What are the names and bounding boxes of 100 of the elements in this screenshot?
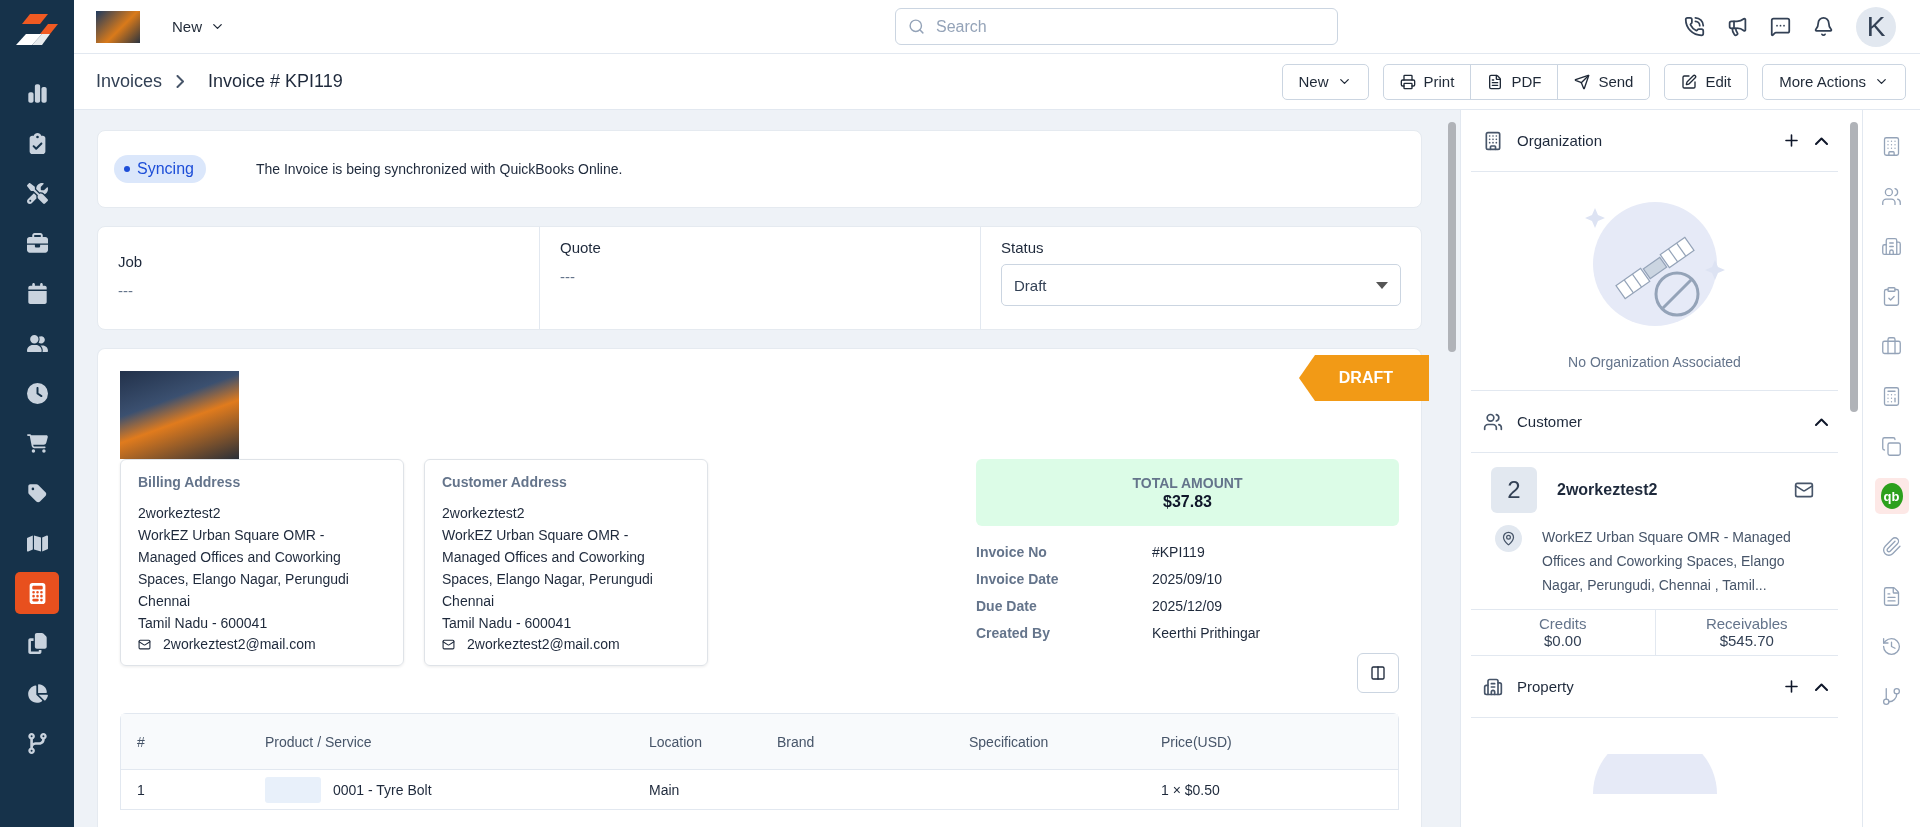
history-icon: [1881, 635, 1902, 657]
photo-placeholder: [96, 10, 140, 43]
chevron-up-icon: [1815, 417, 1828, 426]
buildings-icon: [1881, 235, 1902, 257]
dropdown-button[interactable]: New: [1281, 63, 1369, 100]
columns-button[interactable]: [1357, 653, 1399, 693]
action-button[interactable]: PDF: [1470, 63, 1559, 100]
field-value: ---: [118, 282, 134, 299]
email-text: 2workeztest2@mail.com: [467, 635, 620, 654]
table-cell-text: 1: [137, 781, 146, 798]
mail-icon[interactable]: [1794, 480, 1814, 500]
column-header: Product / Service: [265, 733, 373, 750]
breadcrumb-link[interactable]: Invoices: [96, 71, 163, 92]
tools-icon: [26, 182, 48, 204]
user-avatar[interactable]: K: [1856, 6, 1896, 47]
new-menu[interactable]: New: [166, 17, 231, 36]
paperclip-icon: [1881, 535, 1902, 557]
document-icon: [1487, 73, 1504, 90]
breadcrumb-link[interactable]: Invoice # KPI119: [208, 71, 343, 92]
syncing-badge: Syncing: [114, 155, 206, 183]
chevron-right-icon: [176, 75, 185, 88]
search-field[interactable]: Search: [895, 8, 1338, 45]
column-header: #: [137, 733, 146, 750]
field-label: Status: [1001, 239, 1045, 256]
table-cell-text: 1 × $0.50: [1161, 781, 1221, 798]
table-cell: 0001 - Tyre Bolt: [333, 781, 432, 798]
users-icon: [26, 332, 48, 354]
detail-value: Keerthi Prithingar: [1152, 625, 1262, 641]
email-text: 2workeztest2@mail.com: [163, 635, 316, 654]
field-label: Quote: [560, 239, 602, 256]
detail-label: Due Date: [976, 598, 1038, 614]
collapse-button[interactable]: [1815, 136, 1828, 145]
detail-value: #KPI119: [1152, 544, 1206, 560]
customer-name[interactable]: 2workeztest2: [1557, 481, 1774, 499]
collapse-button[interactable]: [1815, 417, 1828, 426]
action-button[interactable]: Edit: [1664, 63, 1749, 100]
search-icon: [908, 18, 925, 35]
add-button[interactable]: [1782, 677, 1801, 696]
dropdown-button[interactable]: More Actions: [1762, 63, 1906, 100]
chat-icon[interactable]: [1770, 16, 1791, 37]
building-icon: [1483, 130, 1503, 151]
branch-icon: [26, 732, 48, 754]
briefcase-icon: [26, 232, 48, 254]
customer-initial: 2: [1491, 467, 1537, 513]
calendar-icon: [26, 282, 48, 304]
address-line: 2workeztest2: [138, 504, 222, 523]
calculator-icon: [1881, 385, 1902, 407]
megaphone-icon[interactable]: [1727, 16, 1748, 37]
address-line: Tamil Nadu - 600041: [442, 614, 573, 633]
chevron-up-icon: [1815, 136, 1828, 145]
clipboard-check-icon: [1881, 285, 1902, 307]
add-button[interactable]: [1782, 131, 1801, 150]
document-icon: [1881, 585, 1902, 607]
stat-label: Receivables: [1705, 615, 1788, 632]
quickbooks-logo: qb: [1880, 483, 1903, 509]
columns-icon: [1370, 665, 1386, 681]
stat-value: $545.70: [1719, 632, 1774, 649]
address-line: Chennai: [138, 592, 192, 611]
clock-icon: [26, 382, 48, 404]
section-title: Customer: [1517, 413, 1584, 430]
total-label: TOTAL AMOUNT: [1132, 474, 1243, 491]
cart-icon: [26, 432, 48, 454]
mail-icon: [138, 638, 151, 651]
stat-label: Credits: [1539, 615, 1587, 632]
empty-message: No Organization Associated: [1568, 354, 1741, 370]
buildings-icon: [1483, 676, 1503, 697]
pie-chart-icon: [26, 682, 48, 704]
customer-address: WorkEZ Urban Square OMR - Managed Offices and Coworking Spaces, Elango Nagar, Perungudi, Chennai , Tamil...: [1542, 528, 1792, 595]
address-line: 2workeztest2: [442, 504, 526, 523]
branch-icon: [1881, 685, 1902, 707]
printer-icon: [1399, 73, 1416, 90]
scrollbar-thumb[interactable]: [1448, 122, 1456, 352]
collapse-button[interactable]: [1815, 682, 1828, 691]
building-icon: [1881, 135, 1902, 157]
detail-value: 2025/12/09: [1152, 598, 1224, 614]
dropdown-arrow-icon: [1376, 281, 1388, 289]
action-button[interactable]: Print: [1382, 63, 1472, 100]
chevron-up-icon: [1815, 682, 1828, 691]
mail-icon: [442, 638, 455, 651]
address-line: Tamil Nadu - 600041: [138, 614, 269, 633]
field-value: ---: [560, 268, 576, 285]
bar-chart-icon: [26, 82, 48, 104]
send-icon: [1574, 73, 1591, 90]
column-header: Brand: [777, 733, 816, 750]
users-icon: [1483, 411, 1503, 432]
status-ribbon: DRAFT: [1299, 355, 1429, 401]
column-header: Specification: [969, 733, 1050, 750]
detail-label: Created By: [976, 625, 1051, 641]
action-button[interactable]: Send: [1557, 63, 1651, 100]
stat-value: $0.00: [1543, 632, 1582, 649]
detail-label: Invoice Date: [976, 571, 1060, 587]
bell-icon[interactable]: [1813, 16, 1834, 37]
phone-icon[interactable]: [1684, 16, 1705, 37]
tag-icon: [26, 482, 48, 504]
address-line: WorkEZ Urban Square OMR - Managed Offices and Coworking Spaces, Elango Nagar, Perungudi: [442, 526, 654, 589]
files-icon: [26, 632, 48, 654]
sidebar-item[interactable]: [15, 572, 59, 614]
status-select[interactable]: Draft: [1001, 264, 1401, 306]
scrollbar-thumb[interactable]: [1850, 122, 1858, 412]
section-title: Property: [1517, 678, 1575, 695]
